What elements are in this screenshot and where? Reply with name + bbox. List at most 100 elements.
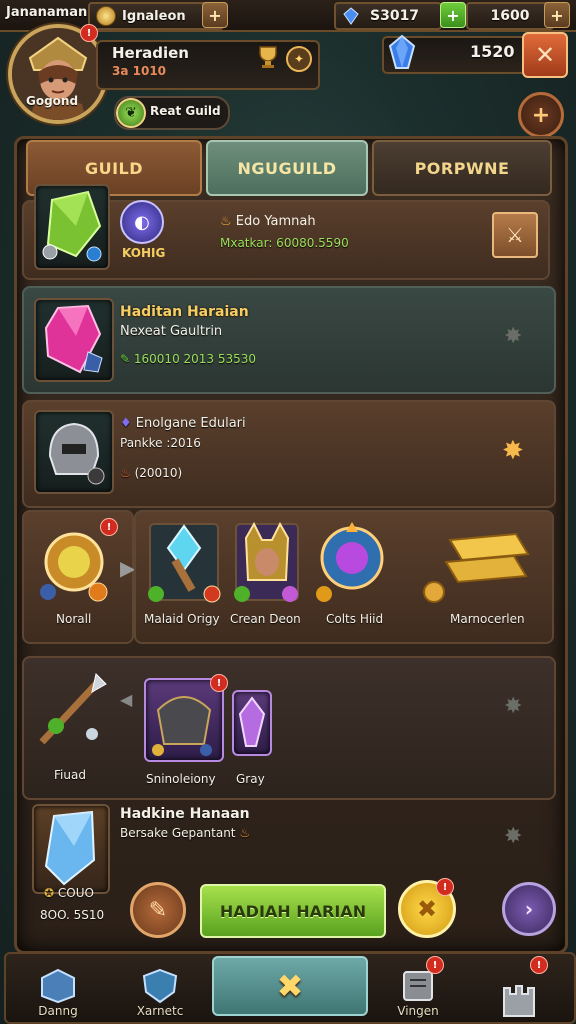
leaf-icon: ❦ [116,98,146,128]
player-display-name: Heradien [112,44,189,62]
emerald-slot[interactable] [34,184,110,270]
row2-subtitle: Nexeat Gaultrin [120,324,223,339]
craft-button[interactable]: ✎ [130,882,186,938]
cube-icon [41,968,75,1004]
knight-icon[interactable] [232,518,302,604]
helmet-slot[interactable] [34,410,114,494]
coin-small-icon: ✪ [44,886,55,900]
tab-nguguild[interactable]: NGUGUILD [206,140,368,196]
row1-name: ♨ Edo Yamnah [220,214,316,229]
gem-count: 1520 [470,42,515,61]
tab-porpwne[interactable]: PORPWNE [372,140,552,196]
dark-armor-icon [152,696,212,756]
coin1: ✪ COUO [44,886,94,900]
add-currency2-button[interactable]: + [544,2,570,28]
flame-tiny-icon: ♨ [239,826,251,840]
crossed-swords-icon: ✖ [276,967,304,1005]
armor-notification-badge: ! [210,674,228,692]
amulet-notification-badge: ! [100,518,118,536]
row3-title-text: Enolgane Edulari [135,416,246,431]
faded-gear-icon[interactable]: ✸ [504,694,522,719]
ice-crystal-icon [44,810,96,886]
purple-crystal-icon [238,696,266,747]
row3-value-text: (20010) [134,466,183,480]
row3-subtitle: Pankke :2016 [120,436,201,450]
next-arrow-button[interactable]: › [502,882,556,936]
row1-stat: Mxatkar: 60080.5590 [220,236,349,250]
coin1-text: COUO [57,886,94,900]
arrow-left-icon[interactable]: ◀ [120,690,132,709]
currency2-value: 1600 [490,8,530,24]
currency2-pill: 1600 [466,2,554,30]
nav-item-vingen[interactable]: Vingen [370,958,466,1018]
row1-name-text: Edo Yamnah [235,214,316,229]
nav-label-danng: Danng [38,1004,78,1018]
nav-item-battle[interactable]: ✖ [212,956,368,1016]
row6-subtitle: Bersake Gepantant ♨ [120,826,250,840]
vingen-notification-badge: ! [426,956,444,974]
gold-star-icon[interactable]: ✸ [502,436,524,466]
nav-label-vingen: Vingen [397,1004,439,1018]
magic-orb-icon[interactable] [310,518,394,604]
helmet-icon [48,422,105,485]
close-icon[interactable]: ✕ [522,32,568,78]
gold-bars-icon[interactable] [422,526,534,608]
faded-badge-icon[interactable]: ✸ [504,824,522,849]
daily-reward-button[interactable]: HADIAH HARIAN [200,884,386,938]
row5-mid-label: Sninoleiony [146,772,216,786]
trophy-icon[interactable] [256,44,280,70]
crystal-slot[interactable] [232,690,272,756]
currency1-value: S3017 [370,8,420,24]
coin-icon [96,6,116,26]
row2-title: Haditan Haraian [120,304,249,320]
pencil-icon: ✎ [120,352,131,366]
settings-gear-icon[interactable]: ✦ [286,46,312,72]
pink-gem-icon [44,304,103,374]
spear-icon[interactable] [32,668,112,752]
item-first-label: Norall [56,612,92,626]
add-player-button[interactable]: + [202,2,228,28]
gold-x-notification-badge: ! [436,878,454,896]
blue-orb-icon: ◐ [120,200,164,244]
ruby-slot[interactable] [34,298,114,382]
avatar-caption: Gogond [26,94,79,108]
row5-left-label: Fiuad [54,768,86,782]
blue-crystal-icon [386,34,418,70]
row3-value: ♨ (20010) [120,466,182,480]
row2-value: ✎ 160010 2013 53530 [120,352,256,366]
row6-title: Hadkine Hanaan [120,806,250,822]
green-gem-icon [42,190,102,262]
nav-label-xarnetc: Xarnetc [136,1004,184,1018]
item-label-2: Crean Deon [230,612,301,626]
row5-right-label: Gray [236,772,265,786]
player-power: 3a 1010 [112,64,167,78]
nav-item-danng[interactable]: Danng [10,958,106,1018]
battle-axe-icon[interactable] [146,518,222,604]
nav-item-castle[interactable] [470,958,566,1018]
player-tag: Jananaman [6,5,88,20]
shield-icon [142,968,178,1004]
blue-crystal-slot[interactable] [32,804,110,894]
flame-small-icon: ♨ [120,466,131,480]
row3-title: ♦ Enolgane Edulari [120,416,246,431]
currency1-pill: S3017 [334,2,442,30]
row2-value-text: 160010 2013 53530 [133,352,257,366]
player-name: Ignaleon [122,8,186,24]
faded-star-icon[interactable]: ✸ [504,324,522,349]
item-label-3: Colts Hiid [326,612,384,626]
blue-gem-icon [343,7,359,25]
armor-slot[interactable] [144,678,224,762]
item-label-4: Marnocerlen [450,612,525,626]
coin2: 8OO. 5S10 [40,908,105,922]
avatar-notification-badge: ! [80,24,98,42]
add-currency1-button[interactable]: + [440,2,466,28]
item-label-1: Malaid Origy [144,612,220,626]
edit-sword-icon[interactable]: ⚔ [492,212,538,258]
nav-item-xarnetc[interactable]: Xarnetc [112,958,208,1018]
gem-small-icon: ♦ [120,416,132,431]
flame-icon: ♨ [220,214,232,229]
row1-sub: KOHIG [122,246,166,260]
castle-icon [503,985,535,1017]
guild-button-label: Reat Guild [150,104,221,118]
castle-notification-badge: ! [530,956,548,974]
